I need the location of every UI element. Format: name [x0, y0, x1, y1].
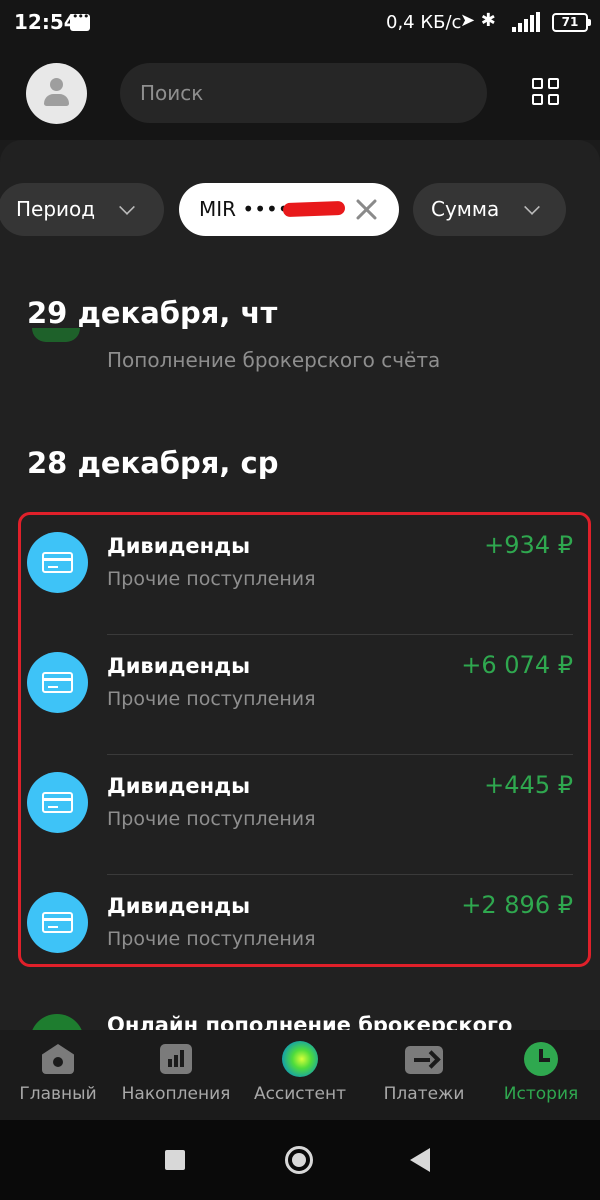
network-speed: 0,4 КБ/с — [386, 12, 462, 33]
transaction-row[interactable]: Дивиденды Прочие поступления +2 896 ₽ — [21, 875, 588, 965]
location-bluetooth-icons: ➤ ✱ — [460, 10, 496, 31]
transaction-row[interactable]: Дивиденды Прочие поступления +934 ₽ — [21, 515, 588, 635]
nav-assistant[interactable]: Ассистент — [240, 1030, 360, 1120]
system-navigation-bar — [0, 1120, 600, 1200]
card-filter-label: MIR •••• — [199, 197, 290, 221]
profile-avatar[interactable] — [26, 63, 87, 124]
chevron-down-icon — [524, 199, 540, 215]
search-placeholder: Поиск — [140, 81, 204, 105]
nav-label: Платежи — [383, 1084, 465, 1104]
highlighted-transactions: Дивиденды Прочие поступления +934 ₽ Диви… — [18, 512, 591, 967]
history-content: Период MIR •••• Сумма 29 декабря, чт Поп… — [0, 140, 600, 1040]
transaction-subtitle: Прочие поступления — [107, 688, 316, 710]
amount-filter[interactable]: Сумма — [413, 183, 566, 236]
nav-label: Накопления — [121, 1084, 231, 1104]
transaction-title: Дивиденды — [107, 894, 251, 918]
nav-payments[interactable]: Платежи — [364, 1030, 484, 1120]
transaction-amount: +445 ₽ — [484, 771, 573, 799]
card-icon — [27, 652, 88, 713]
nav-savings[interactable]: Накопления — [116, 1030, 236, 1120]
partial-transaction-icon — [32, 328, 80, 342]
transaction-row[interactable]: Дивиденды Прочие поступления +445 ₽ — [21, 755, 588, 875]
user-icon-body — [44, 94, 69, 106]
search-input[interactable]: Поиск — [120, 63, 487, 123]
message-notification-icon — [70, 10, 90, 31]
nav-history[interactable]: История — [481, 1030, 600, 1120]
transaction-title: Дивиденды — [107, 534, 251, 558]
signal-icon — [512, 12, 544, 32]
app-header: Поиск — [0, 46, 600, 140]
transaction-title: Дивиденды — [107, 654, 251, 678]
user-icon — [50, 78, 63, 91]
nav-home[interactable]: Главный — [0, 1030, 118, 1120]
grid-menu-icon[interactable] — [532, 78, 560, 106]
battery-icon: 71 — [552, 13, 591, 32]
transaction-subtitle: Прочие поступления — [107, 928, 316, 950]
home-button-icon[interactable] — [285, 1146, 313, 1174]
card-icon — [27, 892, 88, 953]
status-bar: 12:54 0,4 КБ/с ➤ ✱ 71 — [0, 0, 600, 46]
transaction-row[interactable]: Дивиденды Прочие поступления +6 074 ₽ — [21, 635, 588, 755]
nav-label: Главный — [19, 1084, 97, 1104]
savings-chart-icon — [160, 1044, 192, 1074]
history-clock-icon — [524, 1042, 558, 1076]
date-header: 29 декабря, чт — [27, 296, 278, 330]
nav-label: Ассистент — [253, 1084, 347, 1104]
nav-label: История — [503, 1084, 579, 1104]
payments-arrow-icon — [405, 1046, 443, 1074]
transaction-title: Дивиденды — [107, 774, 251, 798]
transaction-subtitle: Прочие поступления — [107, 568, 316, 590]
status-time: 12:54 — [14, 10, 78, 34]
card-icon — [27, 772, 88, 833]
assistant-orb-icon — [282, 1041, 318, 1077]
card-icon — [27, 532, 88, 593]
close-icon[interactable] — [355, 197, 379, 221]
amount-filter-label: Сумма — [431, 197, 500, 221]
transaction-amount: +2 896 ₽ — [461, 891, 573, 919]
home-icon — [42, 1044, 74, 1074]
chevron-down-icon — [119, 199, 135, 215]
period-filter[interactable]: Период — [0, 183, 164, 236]
transaction-amount: +934 ₽ — [484, 531, 573, 559]
transaction-amount: +6 074 ₽ — [461, 651, 573, 679]
transaction-subtitle: Прочие поступления — [107, 808, 316, 830]
card-filter[interactable]: MIR •••• — [179, 183, 399, 236]
transaction-subtitle[interactable]: Пополнение брокерского счёта — [107, 348, 440, 372]
date-header: 28 декабря, ср — [27, 446, 279, 480]
redaction-mark — [282, 200, 346, 218]
period-filter-label: Период — [16, 197, 96, 221]
back-icon[interactable] — [410, 1148, 430, 1172]
recents-icon[interactable] — [165, 1150, 185, 1170]
bottom-navigation: Главный Накопления Ассистент Платежи Ист… — [0, 1030, 600, 1120]
